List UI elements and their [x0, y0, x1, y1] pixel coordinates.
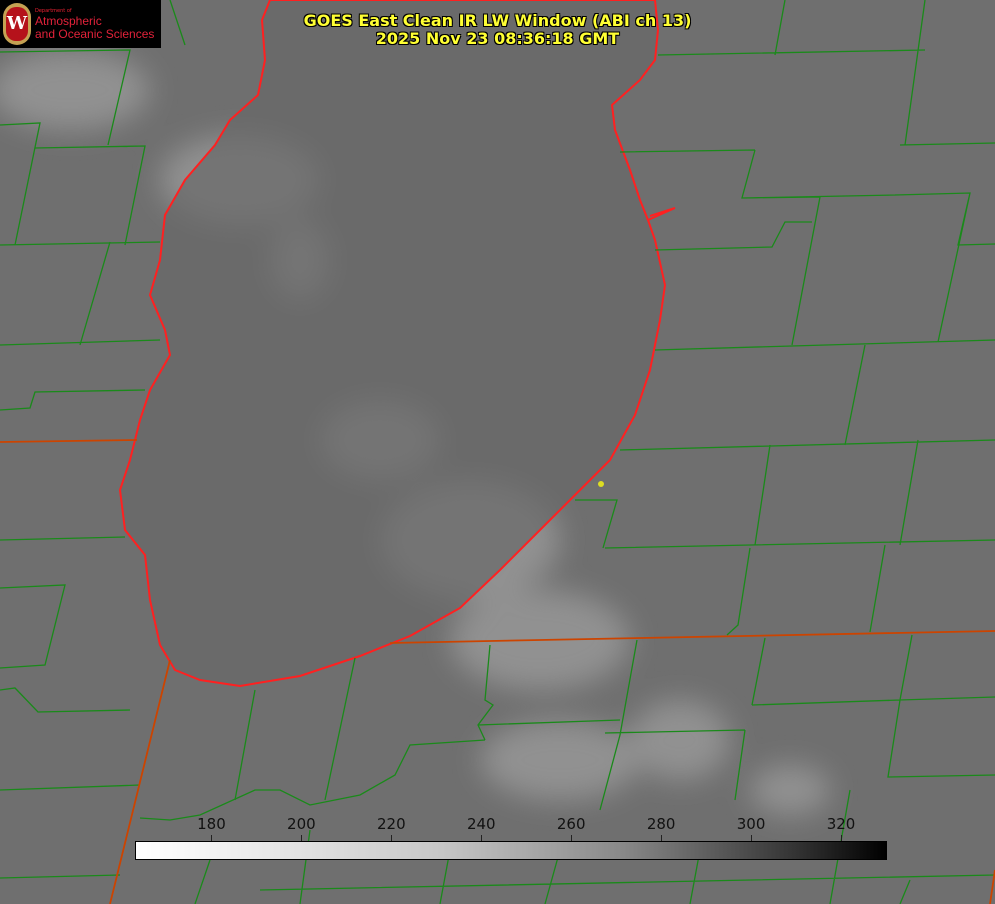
image-timestamp: 2025 Nov 23 08:36:18 GMT [375, 29, 620, 48]
colorbar-tick [211, 835, 213, 841]
colorbar-tick [571, 835, 573, 841]
station-marker [598, 481, 604, 487]
colorbar-tick-label: 220 [377, 815, 406, 833]
colorbar-tick-label: 320 [826, 815, 856, 833]
colorbar-tick [481, 835, 483, 841]
logo-line2: and Oceanic Sciences [35, 27, 155, 41]
colorbar-tick [841, 835, 843, 841]
satellite-map [0, 0, 995, 904]
logo-line1: Atmospheric [35, 14, 102, 28]
colorbar-tick-label: 240 [466, 815, 496, 833]
colorbar-tick-label: 280 [646, 815, 676, 833]
colorbar-tick-label: 300 [736, 815, 766, 833]
colorbar-tick [661, 835, 663, 841]
colorbar [135, 841, 887, 860]
image-title: GOES East Clean IR LW Window (ABI ch 13) [303, 11, 692, 30]
colorbar-tick-label: 260 [556, 815, 586, 833]
colorbar-tick-label: 180 [197, 815, 226, 833]
colorbar-tick [301, 835, 303, 841]
colorbar-tick [751, 835, 753, 841]
uw-seal-icon: W [3, 3, 31, 45]
colorbar-tick-label: 200 [287, 815, 316, 833]
colorbar-tick [391, 835, 393, 841]
aos-logo: W Department of Atmospheric and Oceanic … [0, 0, 161, 48]
